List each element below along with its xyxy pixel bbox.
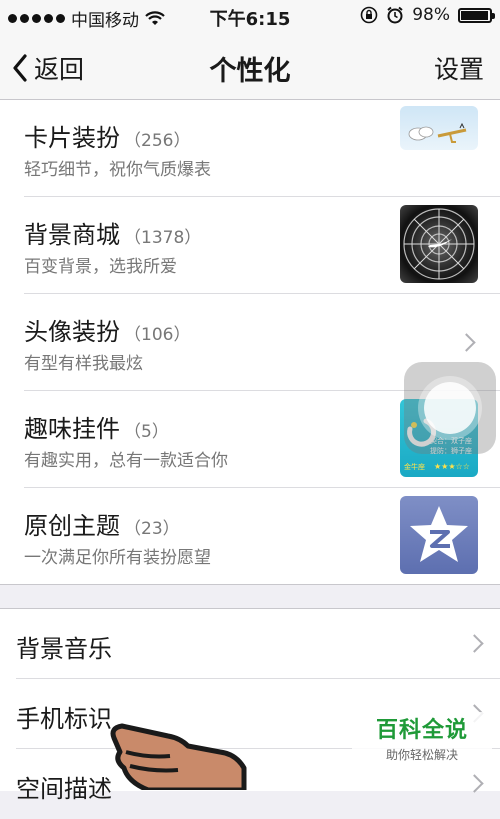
page-title: 个性化 (209, 56, 291, 87)
item-title: 原创主题 （23） (24, 512, 180, 540)
pointing-hand-icon (110, 723, 247, 790)
watermark: 百科全说 助你轻松解决 (352, 712, 492, 764)
navigation-bar: 返回 个性化 设置 (0, 32, 500, 100)
item-description: 百变背景，选我所爱 (24, 257, 177, 277)
item-title: 趣味挂件 （5） (24, 415, 169, 443)
flower-thumbnail (400, 205, 478, 283)
battery-percent: 98% (412, 5, 450, 25)
item-description: 一次满足你所有装扮愿望 (24, 548, 211, 568)
rotation-lock-icon (360, 6, 378, 24)
item-title: 背景商城 （1378） (24, 221, 202, 249)
alarm-icon (387, 6, 403, 24)
item-title: 卡片装扮 （256） (24, 124, 191, 152)
assistive-touch-icon (424, 382, 476, 434)
card-thumbnail (400, 106, 478, 150)
battery-icon (458, 7, 495, 23)
row-label: 手机标识 (16, 705, 112, 733)
item-description: 轻巧细节，祝你气质爆表 (24, 160, 211, 180)
chevron-right-icon (465, 634, 484, 653)
item-description: 有趣实用，总有一款适合你 (24, 451, 228, 471)
chevron-right-icon (457, 333, 476, 352)
row-label: 空间描述 (16, 775, 112, 803)
row-label: 背景音乐 (16, 635, 112, 663)
status-bar: 中国移动 下午6:15 98% (0, 0, 500, 32)
decoration-list: 卡片装扮 （256） 轻巧细节，祝你气质爆表 背景商城 （1378） 百变背景，选我… (0, 100, 500, 585)
list-item-original-themes[interactable]: 原创主题 （23） 一次满足你所有装扮愿望 (0, 488, 500, 585)
row-background-music[interactable]: 背景音乐 (0, 609, 500, 679)
item-description: 有型有样我最炫 (24, 354, 143, 374)
status-right: 98% (360, 5, 495, 25)
settings-button[interactable]: 设置 (434, 50, 484, 86)
svg-text:★★★☆☆: ★★★☆☆ (434, 462, 470, 471)
list-item-card-decor[interactable]: 卡片装扮 （256） 轻巧细节，祝你气质爆表 (0, 100, 500, 197)
svg-text:金牛座: 金牛座 (404, 462, 425, 471)
item-title: 头像装扮 （106） (24, 318, 191, 346)
watermark-subtitle: 助你轻松解决 (385, 748, 458, 762)
list-item-background-store[interactable]: 背景商城 （1378） 百变背景，选我所爱 (0, 197, 500, 294)
theme-thumbnail (400, 496, 478, 574)
watermark-title: 百科全说 (375, 718, 468, 743)
assistive-touch-button[interactable] (404, 362, 496, 454)
